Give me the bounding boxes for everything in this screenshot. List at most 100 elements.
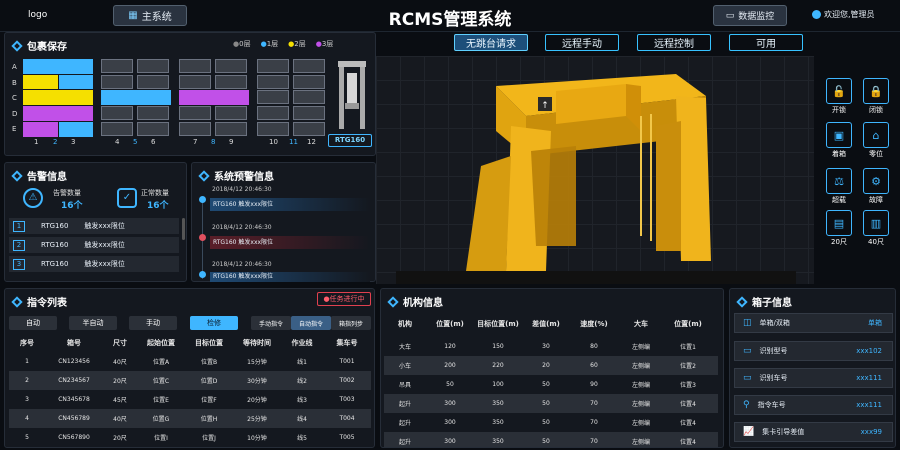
table-row[interactable]: 起升 300 350 50 70 左侧编 位置4 (384, 413, 718, 432)
box-info-item[interactable]: ▭ 识别型号 xxx102 (734, 341, 893, 361)
cell: 60 (590, 362, 598, 369)
mode-maintenance-button[interactable]: 检修 (190, 316, 238, 330)
no-jump-request-button[interactable]: 无跳台请求 (454, 34, 528, 51)
warning-message[interactable]: RTG160 触发xxx限位 (210, 198, 370, 211)
storage-block-2[interactable] (101, 59, 171, 137)
available-button[interactable]: 可用 (729, 34, 803, 51)
cell: CN567890 (58, 434, 90, 441)
cell: 位置G (152, 416, 170, 423)
cell: 300 (444, 419, 456, 426)
mechanism-panel: 机构信息 机构 位置(m) 目标位置(m) 差值(m) 速度(%) 大车 位置(… (380, 288, 724, 448)
mode-manual-button[interactable]: 手动 (129, 316, 177, 330)
crane-3d-view[interactable]: ↑ (376, 56, 814, 284)
truck-id-icon: ▭ (743, 373, 752, 383)
table-row[interactable]: 1 CN123456 40尺 位置A 位置B 15分钟 线1 T001 (9, 352, 371, 371)
tab-auto-command[interactable]: 自动指令 (291, 316, 331, 330)
box-info-title: 箱子信息 (736, 294, 792, 309)
remote-manual-button[interactable]: 远程手动 (545, 34, 619, 51)
tab-manual-command[interactable]: 手动指令 (251, 316, 291, 330)
box-land-icon[interactable]: ▣ (826, 122, 852, 148)
svg-text:↑: ↑ (541, 101, 549, 111)
overload-label: 超载 (832, 196, 846, 204)
cell: 位置H (200, 416, 218, 423)
alarm-list-item[interactable]: 2 RTG160 触发xxx限位 (9, 237, 179, 253)
alarm-device: RTG160 (41, 222, 69, 230)
box-info-label: 识别型号 (759, 347, 788, 355)
warning-panel: 系统预警信息 2018/4/12 20:46:30 RTG160 触发xxx限位… (191, 162, 376, 282)
cell: 位置F (201, 397, 217, 404)
cell: 大车 (398, 344, 411, 351)
zero-icon[interactable]: ⌂ (863, 122, 889, 148)
alarm-list-item[interactable]: 3 RTG160 触发xxx限位 (9, 256, 179, 272)
container20-icon[interactable]: ▤ (826, 210, 852, 236)
alarm-device: RTG160 (41, 260, 69, 268)
table-row[interactable]: 吊具 50 100 50 90 左侧编 位置3 (384, 375, 718, 394)
cell: 小车 (398, 363, 411, 370)
cell: 350 (492, 438, 504, 445)
legend-layer-2: ●2层 (288, 40, 306, 48)
box-info-item[interactable]: 📈 集卡引导差值 xxx99 (734, 422, 893, 442)
main-system-button[interactable]: ▦ 主系统 (113, 5, 187, 26)
unlock-label: 开锁 (832, 106, 846, 114)
cell: 350 (492, 400, 504, 407)
col-header: 目标位置 (195, 339, 223, 347)
table-row[interactable]: 起升 300 350 50 70 左侧编 位置4 (384, 394, 718, 413)
box-info-value: xxx111 (856, 374, 882, 382)
row-label-c: C (12, 94, 17, 102)
alarm-list-item[interactable]: 1 RTG160 触发xxx限位 (9, 218, 179, 234)
warning-time: 2018/4/12 20:46:30 (212, 186, 272, 193)
cell: 50 (542, 438, 550, 445)
mode-semi-auto-button[interactable]: 半自动 (69, 316, 117, 330)
box-info-label: 单箱/双箱 (759, 319, 790, 327)
col-header: 目标位置(m) (477, 320, 519, 328)
warning-message[interactable]: RTG160 触发xxx限位 (210, 236, 370, 249)
table-row[interactable]: 2 CN234567 20尺 位置C 位置D 30分钟 线2 T002 (9, 371, 371, 390)
container40-icon[interactable]: ▥ (863, 210, 889, 236)
cell: 位置E (153, 397, 169, 404)
table-header: 机构 位置(m) 目标位置(m) 差值(m) 速度(%) 大车 位置(m) (384, 313, 718, 335)
storage-block-3[interactable] (179, 59, 249, 137)
remote-control-button[interactable]: 远程控制 (637, 34, 711, 51)
unlock-icon[interactable]: 🔓 (826, 78, 852, 104)
table-row[interactable]: 起升 300 350 50 70 左侧编 位置4 (384, 432, 718, 447)
cell: 左侧编 (631, 420, 650, 427)
overload-icon[interactable]: ⚖ (826, 168, 852, 194)
box-info-item[interactable]: ⚲ 指令车号 xxx111 (734, 395, 893, 415)
storage-block-1[interactable] (23, 59, 93, 137)
table-row[interactable]: 小车 200 220 20 60 左侧编 位置2 (384, 356, 718, 375)
box-info-item[interactable]: ▭ 识别车号 xxx111 (734, 368, 893, 388)
box-info-item[interactable]: ◫ 单箱/双箱 单箱 (734, 313, 893, 333)
fault-label: 故障 (869, 196, 883, 204)
col-header: 大车 (634, 320, 648, 328)
cell: CN345678 (58, 396, 90, 403)
warning-title: 系统预警信息 (198, 168, 274, 183)
cell: 20尺 (113, 378, 127, 385)
container20-label: 20尺 (831, 238, 847, 246)
cell: 位置J (202, 435, 216, 442)
box-info-label: 识别车号 (759, 374, 788, 382)
cell: 350 (492, 419, 504, 426)
fault-icon[interactable]: ⚙ (863, 168, 889, 194)
table-row[interactable]: 5 CN567890 20尺 位置I 位置J 10分钟 线5 T005 (9, 428, 371, 447)
warning-message[interactable]: RTG160 触发xxx限位 (210, 272, 370, 282)
data-monitor-button[interactable]: ▭ 数据监控 (713, 5, 787, 26)
lock-icon[interactable]: 🔒 (863, 78, 889, 104)
cell: CN123456 (58, 358, 90, 365)
user-welcome[interactable]: 欢迎您,管理员 (812, 9, 875, 20)
table-row[interactable]: 3 CN345678 45尺 位置E 位置F 20分钟 线3 T003 (9, 390, 371, 409)
table-row[interactable]: 4 CN456789 40尺 位置G 位置H 25分钟 线4 T004 (9, 409, 371, 428)
tab-box-step[interactable]: 箱指列步 (331, 316, 371, 330)
gantry-crane-image: ↑ (396, 74, 796, 284)
table-row[interactable]: 大车 120 150 30 80 左侧编 位置1 (384, 337, 718, 356)
cell: T003 (339, 396, 355, 403)
storage-block-4[interactable] (257, 59, 327, 137)
cell: 左侧编 (631, 439, 650, 446)
alarm-title: 告警信息 (11, 168, 67, 183)
col-header: 机构 (398, 320, 412, 328)
alarm-scrollbar[interactable] (182, 218, 185, 240)
cell: 位置4 (680, 420, 696, 427)
rtg-label[interactable]: RTG160 (328, 134, 372, 147)
col-header: 作业线 (291, 339, 313, 347)
mode-auto-button[interactable]: 自动 (9, 316, 57, 330)
cell: 100 (492, 381, 504, 388)
